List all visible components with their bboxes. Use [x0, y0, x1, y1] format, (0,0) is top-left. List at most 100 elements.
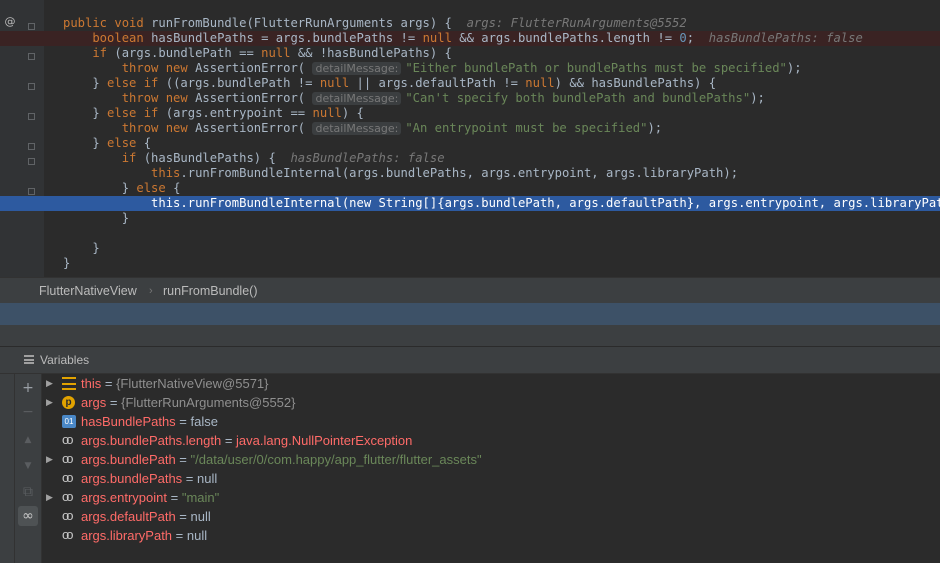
code-line[interactable]: }	[0, 211, 940, 226]
add-watch-icon[interactable]: +	[18, 378, 38, 398]
code-line[interactable]: } else if ((args.bundlePath != null || a…	[0, 76, 940, 91]
code-token: (args.bundlePath ==	[114, 46, 262, 60]
variable-equals: =	[106, 395, 122, 410]
code-token: AssertionError(	[195, 121, 313, 135]
code-line[interactable]: } else {	[0, 181, 940, 196]
code-line[interactable]: }	[0, 241, 940, 256]
frames-strip[interactable]	[0, 374, 15, 563]
inline-value-hint: args: FlutterRunArguments@5552	[466, 16, 687, 30]
code-line[interactable]: throw new AssertionError( detailMessage:…	[0, 91, 940, 106]
code-line[interactable]: boolean hasBundlePaths = args.bundlePath…	[0, 31, 940, 46]
breadcrumb: FlutterNativeView › runFromBundle()	[0, 277, 940, 304]
code-token: {	[173, 181, 181, 195]
code-token: boolean	[63, 31, 152, 45]
code-line[interactable]: throw new AssertionError( detailMessage:…	[0, 61, 940, 76]
code-token: ((args.bundlePath !=	[165, 76, 320, 90]
code-line[interactable]: public void runFromBundle(FlutterRunArgu…	[0, 16, 940, 31]
code-token: this	[63, 166, 181, 180]
expand-arrow-icon[interactable]: ▶	[46, 488, 56, 507]
code-token: }	[63, 106, 108, 120]
code-line[interactable]: this.runFromBundleInternal(new String[]{…	[0, 196, 940, 211]
code-line[interactable]: }	[0, 256, 940, 271]
fields-icon	[62, 377, 76, 390]
variable-equals: =	[221, 433, 237, 448]
variable-name: args	[81, 395, 107, 410]
variable-name: hasBundlePaths	[81, 414, 176, 429]
expand-arrow-icon[interactable]: ▶	[46, 450, 56, 469]
code-line[interactable]: } else if (args.entrypoint == null) {	[0, 106, 940, 121]
variable-value: null	[190, 509, 211, 524]
code-token: "Can't specify both bundlePath and bundl…	[405, 91, 751, 105]
variable-value: "/data/user/0/com.happy/app_flutter/flut…	[190, 452, 482, 467]
code-token: hasBundlePaths = args.bundlePaths !=	[151, 31, 423, 45]
code-token: null	[525, 76, 555, 90]
code-token: "An entrypoint must be specified"	[405, 121, 648, 135]
variable-value: "main"	[181, 490, 220, 505]
code-token: ) {	[341, 106, 364, 120]
code-line[interactable]	[0, 226, 940, 241]
variable-name: args.bundlePaths	[81, 471, 183, 486]
variable-name: args.defaultPath	[81, 509, 176, 524]
breadcrumb-method[interactable]: runFromBundle()	[163, 284, 257, 298]
code-token: ;	[686, 31, 709, 45]
code-token: }	[63, 76, 108, 90]
expand-arrow-icon[interactable]: ▶	[46, 393, 56, 412]
code-token: throw new	[63, 121, 196, 135]
variable-value: null	[197, 471, 218, 486]
variable-value: {FlutterNativeView@5571}	[116, 376, 269, 391]
variables-panel: Variables + − ▲ ▼ ⧉ ∞ ▶ this = {FlutterNa…	[0, 347, 940, 563]
expand-arrow-icon[interactable]: ▶	[46, 374, 56, 393]
code-token: }	[63, 211, 130, 225]
code-token: ) && hasBundlePaths) {	[554, 76, 717, 90]
code-token: this	[63, 196, 181, 210]
code-token: }	[63, 136, 108, 150]
code-token: String[]{args.bundlePath, args.defaultPa…	[378, 196, 940, 210]
breadcrumb-class[interactable]: FlutterNativeView	[39, 284, 137, 298]
parameter-hint: detailMessage:	[312, 92, 402, 105]
code-token: else if	[107, 106, 166, 120]
remove-watch-icon[interactable]: −	[18, 402, 38, 422]
variable-name: args.bundlePaths.length	[81, 433, 222, 448]
show-watches-icon[interactable]: ∞	[18, 506, 38, 526]
code-token: public void	[63, 16, 152, 30]
variable-value: false	[190, 414, 218, 429]
code-line[interactable]: throw new AssertionError( detailMessage:…	[0, 121, 940, 136]
code-token: throw new	[63, 61, 196, 75]
code-token: null	[319, 76, 357, 90]
watch-icon: oo	[62, 451, 73, 466]
code-token: {	[143, 136, 152, 150]
inline-value-hint: hasBundlePaths: false	[708, 31, 863, 45]
variable-name: args.bundlePath	[81, 452, 176, 467]
variable-name: args.entrypoint	[81, 490, 167, 505]
watch-icon: oo	[62, 432, 73, 447]
code-token: (hasBundlePaths) {	[143, 151, 291, 165]
code-token: (args.entrypoint ==	[165, 106, 313, 120]
variable-equals: =	[175, 452, 191, 467]
code-token: .runFromBundleInternal(	[180, 196, 350, 210]
variable-name: args.libraryPath	[81, 528, 173, 543]
watch-icon: oo	[62, 508, 73, 523]
move-up-icon[interactable]: ▲	[18, 430, 38, 450]
code-token: );	[786, 61, 802, 75]
code-line[interactable]: } else {	[0, 136, 940, 151]
variable-value: java.lang.NullPointerException	[236, 433, 413, 448]
move-down-icon[interactable]: ▼	[18, 456, 38, 476]
code-token: if	[63, 151, 144, 165]
code-editor[interactable]: @ public void runFromBundle(FlutterRunAr…	[0, 0, 940, 277]
duplicate-watch-icon[interactable]: ⧉	[18, 482, 38, 502]
watch-icon: oo	[62, 489, 73, 504]
code-token: || args.defaultPath !=	[356, 76, 526, 90]
code-line[interactable]: this.runFromBundleInternal(args.bundlePa…	[0, 166, 940, 181]
variable-equals: =	[182, 471, 198, 486]
code-token: null	[422, 31, 460, 45]
variable-equals: =	[167, 490, 182, 505]
code-token: && !hasBundlePaths) {	[297, 46, 452, 60]
code-line[interactable]: if (hasBundlePaths) { hasBundlePaths: fa…	[0, 151, 940, 166]
variables-menu-icon[interactable]	[24, 355, 34, 364]
variable-equals: =	[175, 414, 191, 429]
code-token: null	[261, 46, 298, 60]
code-token: }	[63, 241, 100, 255]
code-token: AssertionError(	[195, 61, 313, 75]
code-line[interactable]: if (args.bundlePath == null && !hasBundl…	[0, 46, 940, 61]
watch-icon: oo	[62, 527, 73, 542]
